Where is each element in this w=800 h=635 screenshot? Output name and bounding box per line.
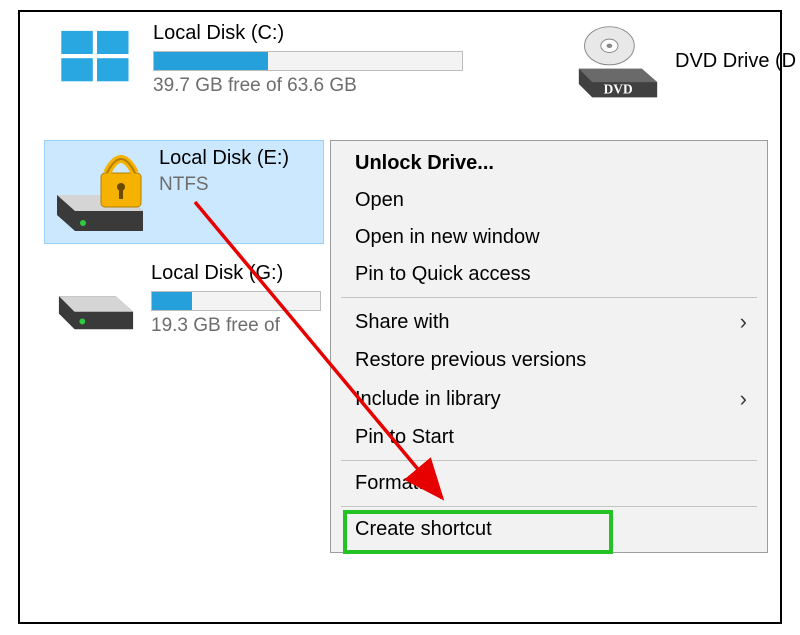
explorer-pane: Local Disk (C:) 39.7 GB free of 63.6 GB … xyxy=(18,10,782,624)
drive-g[interactable]: Local Disk (G:) 19.3 GB free of xyxy=(55,262,321,337)
menu-pin-start[interactable]: Pin to Start xyxy=(331,419,767,456)
menu-open-label: Open xyxy=(355,189,404,212)
menu-separator xyxy=(341,297,757,298)
drive-dvd-label: DVD Drive (D xyxy=(675,50,796,73)
dvd-drive-icon: DVD xyxy=(575,24,661,102)
menu-create-shortcut[interactable]: Create shortcut xyxy=(331,511,767,548)
chevron-right-icon: › xyxy=(740,309,747,335)
drive-e-label: Local Disk (E:) xyxy=(159,147,289,170)
menu-pin-start-label: Pin to Start xyxy=(355,426,454,449)
drive-g-capacity-fill xyxy=(152,292,192,310)
drive-dvd[interactable]: DVD DVD Drive (D xyxy=(575,24,796,102)
drive-g-label: Local Disk (G:) xyxy=(151,262,321,285)
menu-open-new-window[interactable]: Open in new window xyxy=(331,219,767,256)
menu-restore-previous[interactable]: Restore previous versions xyxy=(331,342,767,379)
menu-separator xyxy=(341,460,757,461)
menu-unlock-drive[interactable]: Unlock Drive... xyxy=(331,145,767,182)
svg-text:DVD: DVD xyxy=(604,82,633,97)
drive-c-free-text: 39.7 GB free of 63.6 GB xyxy=(153,75,463,97)
context-menu: Unlock Drive... Open Open in new window … xyxy=(330,140,768,553)
menu-unlock-drive-label: Unlock Drive... xyxy=(355,152,494,175)
menu-pin-quick-access[interactable]: Pin to Quick access xyxy=(331,256,767,293)
chevron-right-icon: › xyxy=(740,386,747,412)
drive-g-capacity-bar xyxy=(151,291,321,311)
menu-share-with-label: Share with xyxy=(355,311,450,334)
menu-create-shortcut-label: Create shortcut xyxy=(355,518,492,541)
menu-separator xyxy=(341,506,757,507)
menu-open[interactable]: Open xyxy=(331,182,767,219)
drive-g-free-text: 19.3 GB free of xyxy=(151,315,321,337)
menu-include-library-label: Include in library xyxy=(355,388,501,411)
drive-c-capacity-bar xyxy=(153,51,463,71)
menu-restore-previous-label: Restore previous versions xyxy=(355,349,586,372)
drive-e[interactable]: Local Disk (E:) NTFS xyxy=(44,140,324,244)
drive-c-label: Local Disk (C:) xyxy=(153,22,463,45)
menu-format[interactable]: Format... xyxy=(331,465,767,502)
menu-include-library[interactable]: Include in library › xyxy=(331,379,767,419)
locked-drive-icon xyxy=(53,147,149,237)
hdd-icon xyxy=(55,262,137,336)
menu-share-with[interactable]: Share with › xyxy=(331,302,767,342)
drive-c-capacity-fill xyxy=(154,52,268,70)
windows-drive-icon xyxy=(55,22,139,86)
menu-pin-quick-access-label: Pin to Quick access xyxy=(355,263,531,286)
drive-c[interactable]: Local Disk (C:) 39.7 GB free of 63.6 GB xyxy=(55,22,463,97)
menu-open-new-window-label: Open in new window xyxy=(355,226,540,249)
menu-format-label: Format... xyxy=(355,472,435,495)
drive-e-filesystem: NTFS xyxy=(159,174,289,196)
